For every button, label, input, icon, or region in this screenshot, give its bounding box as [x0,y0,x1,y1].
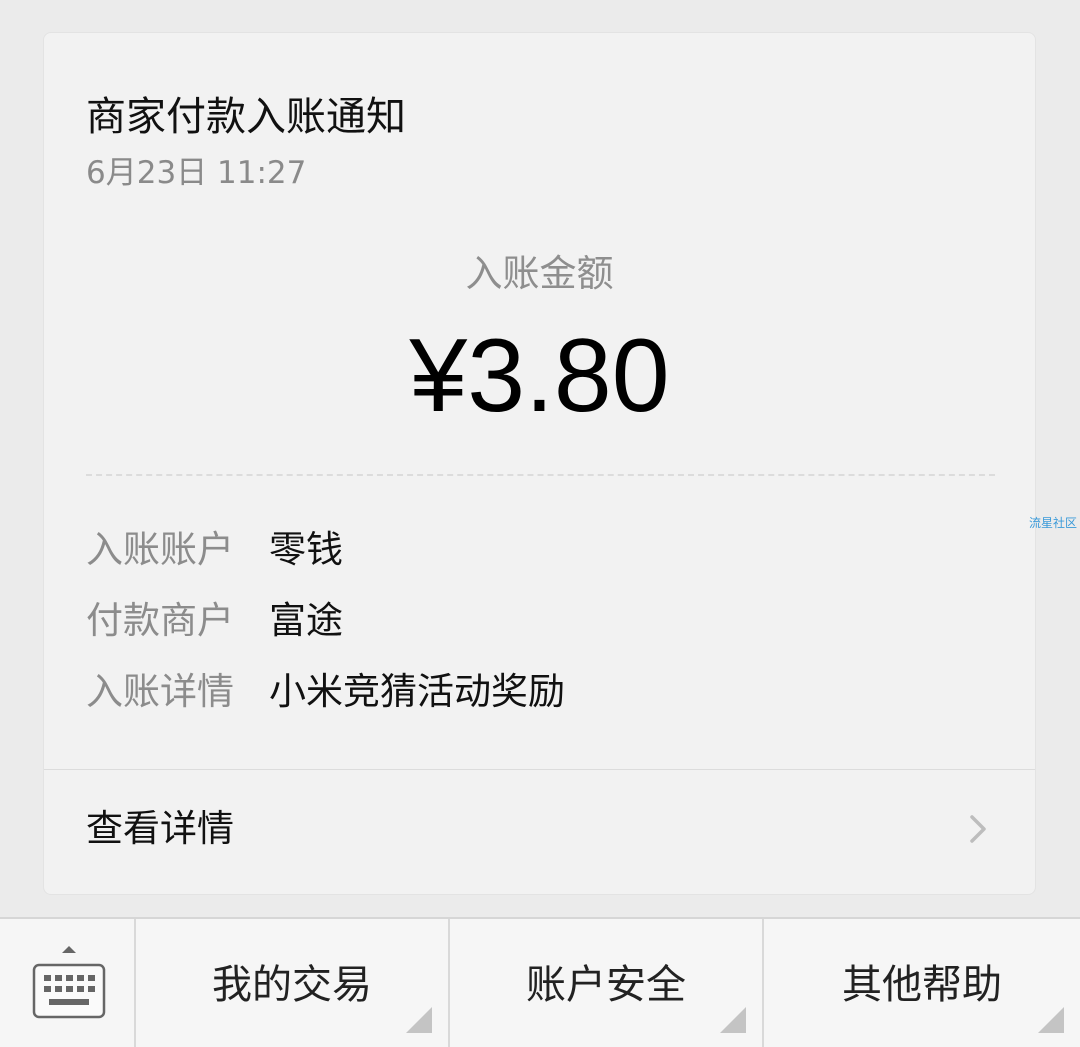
amount-value: ¥3.80 [409,318,670,434]
amount-label: 入账金额 [465,252,614,295]
info-row-key: 入账账户 [86,528,234,571]
keyboard-toggle-button[interactable] [0,919,136,1047]
menu-account-security[interactable]: 账户安全 [450,919,764,1047]
info-row-value: 富途 [269,599,343,642]
submenu-corner-icon [720,1007,746,1033]
view-details-link[interactable]: 查看详情 [44,770,1035,894]
menu-my-transactions[interactable]: 我的交易 [136,919,450,1047]
menu-other-help[interactable]: 其他帮助 [764,919,1080,1047]
info-row-detail: 入账详情 小米竞猜活动奖励 [86,667,565,717]
info-row-value: 小米竞猜活动奖励 [269,670,565,713]
notification-card: 商家付款入账通知 6月23日 11:27 入账金额 ¥3.80 入账账户 零钱 付… [43,32,1036,895]
notification-date: 6月23日 11:27 [86,155,307,191]
watermark: 流星社区 [1029,516,1078,530]
info-row-merchant: 付款商户 富途 [86,596,343,646]
view-details-label: 查看详情 [86,807,234,850]
info-row-account: 入账账户 零钱 [86,525,343,575]
menu-label: 我的交易 [212,962,372,1008]
notification-title: 商家付款入账通知 [86,94,406,140]
bottom-menu-bar: 我的交易 账户安全 其他帮助 [0,917,1080,1047]
submenu-corner-icon [406,1007,432,1033]
chevron-right-icon [970,815,986,843]
dashed-divider [86,474,995,476]
keyboard-icon [32,946,106,1019]
info-row-value: 零钱 [269,528,343,571]
menu-label: 账户安全 [526,962,686,1008]
menu-label: 其他帮助 [842,962,1002,1008]
submenu-corner-icon [1038,1007,1064,1033]
info-row-key: 付款商户 [86,599,234,642]
info-row-key: 入账详情 [86,670,234,713]
